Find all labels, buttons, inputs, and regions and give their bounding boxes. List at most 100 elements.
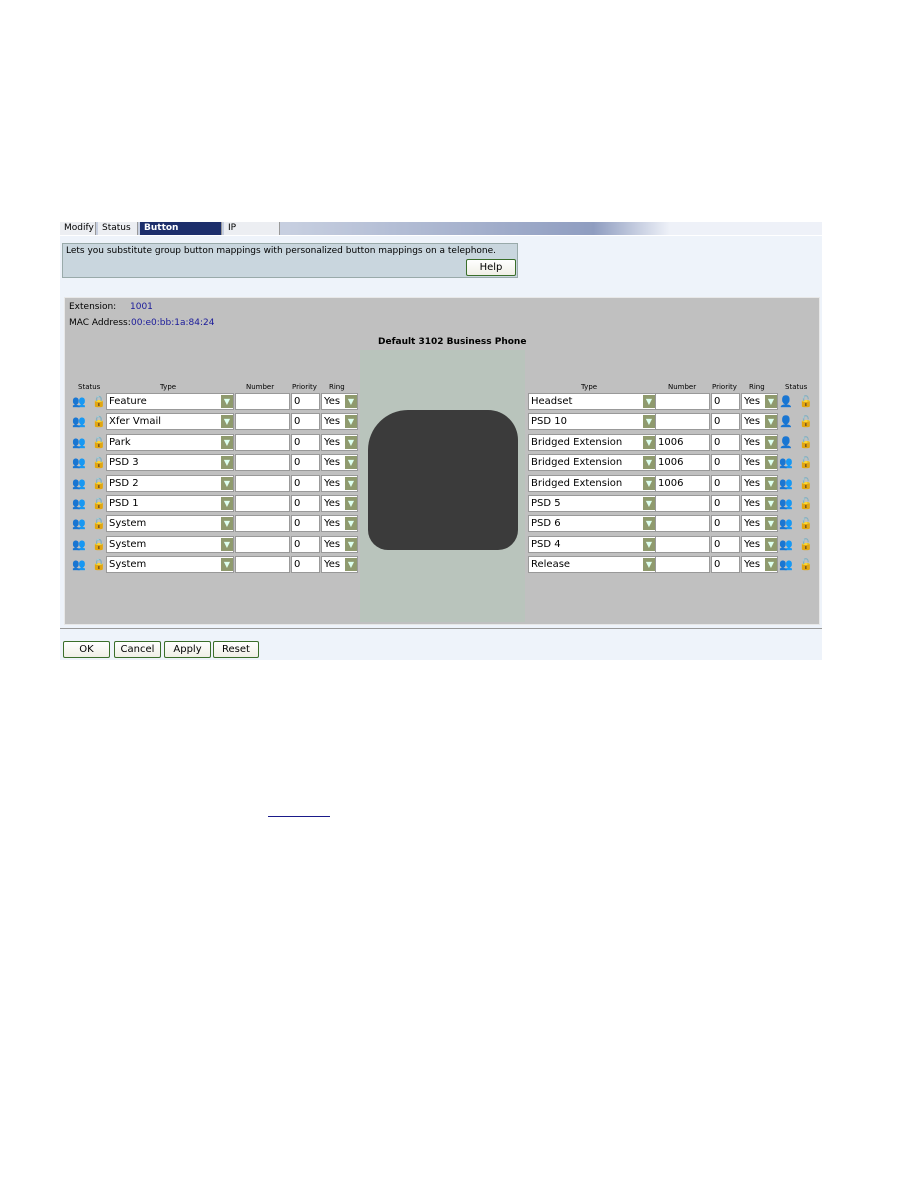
unlock-icon[interactable]: 🔓 xyxy=(799,434,813,451)
priority-input[interactable]: 0 xyxy=(711,393,740,410)
type-select[interactable]: PSD 4 ▼ xyxy=(528,535,656,553)
number-input[interactable] xyxy=(235,433,290,451)
type-select[interactable]: System ▼ xyxy=(106,556,234,574)
priority-input[interactable]: 0 xyxy=(291,515,320,533)
number-input[interactable] xyxy=(235,474,290,492)
chevron-down-icon[interactable]: ▼ xyxy=(765,415,777,429)
type-select[interactable]: PSD 10 ▼ xyxy=(528,413,656,431)
type-select[interactable]: PSD 5 ▼ xyxy=(528,495,656,512)
ring-select[interactable]: Yes ▼ xyxy=(741,474,778,492)
priority-input[interactable]: 0 xyxy=(291,393,320,410)
unlock-icon[interactable]: 🔓 xyxy=(799,495,813,512)
lock-icon[interactable]: 🔒 xyxy=(92,434,106,451)
apply-button[interactable]: Apply xyxy=(164,641,211,658)
ring-select[interactable]: Yes ▼ xyxy=(741,413,778,431)
number-input[interactable] xyxy=(655,495,710,512)
ring-select[interactable]: Yes ▼ xyxy=(321,413,358,431)
type-select[interactable]: PSD 6 ▼ xyxy=(528,515,656,533)
chevron-down-icon[interactable]: ▼ xyxy=(221,395,233,408)
priority-input[interactable]: 0 xyxy=(711,433,740,451)
number-input[interactable] xyxy=(235,515,290,533)
unlock-icon[interactable]: 🔓 xyxy=(799,556,813,573)
priority-input[interactable]: 0 xyxy=(711,413,740,431)
chevron-down-icon[interactable]: ▼ xyxy=(345,497,357,510)
unlock-icon[interactable]: 🔓 xyxy=(799,454,813,471)
ring-select[interactable]: Yes ▼ xyxy=(741,515,778,533)
number-input[interactable] xyxy=(235,556,290,574)
chevron-down-icon[interactable]: ▼ xyxy=(643,435,655,449)
priority-input[interactable]: 0 xyxy=(291,454,320,472)
lock-icon[interactable]: 🔒 xyxy=(92,475,106,492)
chevron-down-icon[interactable]: ▼ xyxy=(345,435,357,449)
number-input[interactable] xyxy=(655,515,710,533)
chevron-down-icon[interactable]: ▼ xyxy=(765,558,777,572)
chevron-down-icon[interactable]: ▼ xyxy=(221,558,233,572)
number-input[interactable] xyxy=(235,495,290,512)
chevron-down-icon[interactable]: ▼ xyxy=(221,537,233,551)
number-input[interactable] xyxy=(235,393,290,410)
chevron-down-icon[interactable]: ▼ xyxy=(221,415,233,429)
chevron-down-icon[interactable]: ▼ xyxy=(765,435,777,449)
priority-input[interactable]: 0 xyxy=(711,515,740,533)
number-input[interactable] xyxy=(655,393,710,410)
lock-icon[interactable]: 🔒 xyxy=(92,536,106,553)
chevron-down-icon[interactable]: ▼ xyxy=(345,537,357,551)
priority-input[interactable]: 0 xyxy=(291,495,320,512)
cancel-button[interactable]: Cancel xyxy=(114,641,161,658)
priority-input[interactable]: 0 xyxy=(711,495,740,512)
priority-input[interactable]: 0 xyxy=(711,474,740,492)
lock-icon[interactable]: 🔒 xyxy=(92,556,106,573)
lock-icon[interactable]: 🔒 xyxy=(92,515,106,532)
unlock-icon[interactable]: 🔓 xyxy=(799,515,813,532)
ring-select[interactable]: Yes ▼ xyxy=(741,556,778,574)
chevron-down-icon[interactable]: ▼ xyxy=(345,395,357,408)
chevron-down-icon[interactable]: ▼ xyxy=(221,517,233,531)
chevron-down-icon[interactable]: ▼ xyxy=(221,476,233,490)
tab-button-mapping[interactable]: Button Mapping xyxy=(140,222,222,246)
ring-select[interactable]: Yes ▼ xyxy=(741,433,778,451)
type-select[interactable]: System ▼ xyxy=(106,515,234,533)
number-input[interactable] xyxy=(655,535,710,553)
type-select[interactable]: Bridged Extension ▼ xyxy=(528,454,656,472)
chevron-down-icon[interactable]: ▼ xyxy=(643,456,655,470)
unlock-icon[interactable]: 🔓 xyxy=(799,413,813,430)
chevron-down-icon[interactable]: ▼ xyxy=(221,435,233,449)
chevron-down-icon[interactable]: ▼ xyxy=(221,456,233,470)
chevron-down-icon[interactable]: ▼ xyxy=(765,537,777,551)
number-input[interactable] xyxy=(235,454,290,472)
ok-button[interactable]: OK xyxy=(63,641,110,658)
ring-select[interactable]: Yes ▼ xyxy=(741,535,778,553)
priority-input[interactable]: 0 xyxy=(711,556,740,574)
chevron-down-icon[interactable]: ▼ xyxy=(345,517,357,531)
chevron-down-icon[interactable]: ▼ xyxy=(345,456,357,470)
chevron-down-icon[interactable]: ▼ xyxy=(643,517,655,531)
ring-select[interactable]: Yes ▼ xyxy=(321,495,358,512)
chevron-down-icon[interactable]: ▼ xyxy=(345,415,357,429)
chevron-down-icon[interactable]: ▼ xyxy=(643,537,655,551)
type-select[interactable]: Feature ▼ xyxy=(106,393,234,410)
tab-modify[interactable]: Modify xyxy=(60,222,96,235)
unlock-icon[interactable]: 🔓 xyxy=(799,536,813,553)
type-select[interactable]: Headset ▼ xyxy=(528,393,656,410)
number-input[interactable]: 1006 xyxy=(655,474,710,492)
chevron-down-icon[interactable]: ▼ xyxy=(643,476,655,490)
lock-icon[interactable]: 🔒 xyxy=(92,393,106,410)
chevron-down-icon[interactable]: ▼ xyxy=(345,476,357,490)
unlock-icon[interactable]: 🔓 xyxy=(799,475,813,492)
chevron-down-icon[interactable]: ▼ xyxy=(643,395,655,408)
ring-select[interactable]: Yes ▼ xyxy=(741,454,778,472)
type-select[interactable]: PSD 2 ▼ xyxy=(106,474,234,492)
chevron-down-icon[interactable]: ▼ xyxy=(765,517,777,531)
ring-select[interactable]: Yes ▼ xyxy=(321,535,358,553)
type-select[interactable]: PSD 3 ▼ xyxy=(106,454,234,472)
ring-select[interactable]: Yes ▼ xyxy=(741,495,778,512)
chevron-down-icon[interactable]: ▼ xyxy=(643,497,655,510)
ring-select[interactable]: Yes ▼ xyxy=(321,474,358,492)
priority-input[interactable]: 0 xyxy=(291,413,320,431)
ring-select[interactable]: Yes ▼ xyxy=(321,454,358,472)
tab-status[interactable]: Status xyxy=(98,222,138,235)
chevron-down-icon[interactable]: ▼ xyxy=(221,497,233,510)
ring-select[interactable]: Yes ▼ xyxy=(321,393,358,410)
chevron-down-icon[interactable]: ▼ xyxy=(765,476,777,490)
chevron-down-icon[interactable]: ▼ xyxy=(643,558,655,572)
